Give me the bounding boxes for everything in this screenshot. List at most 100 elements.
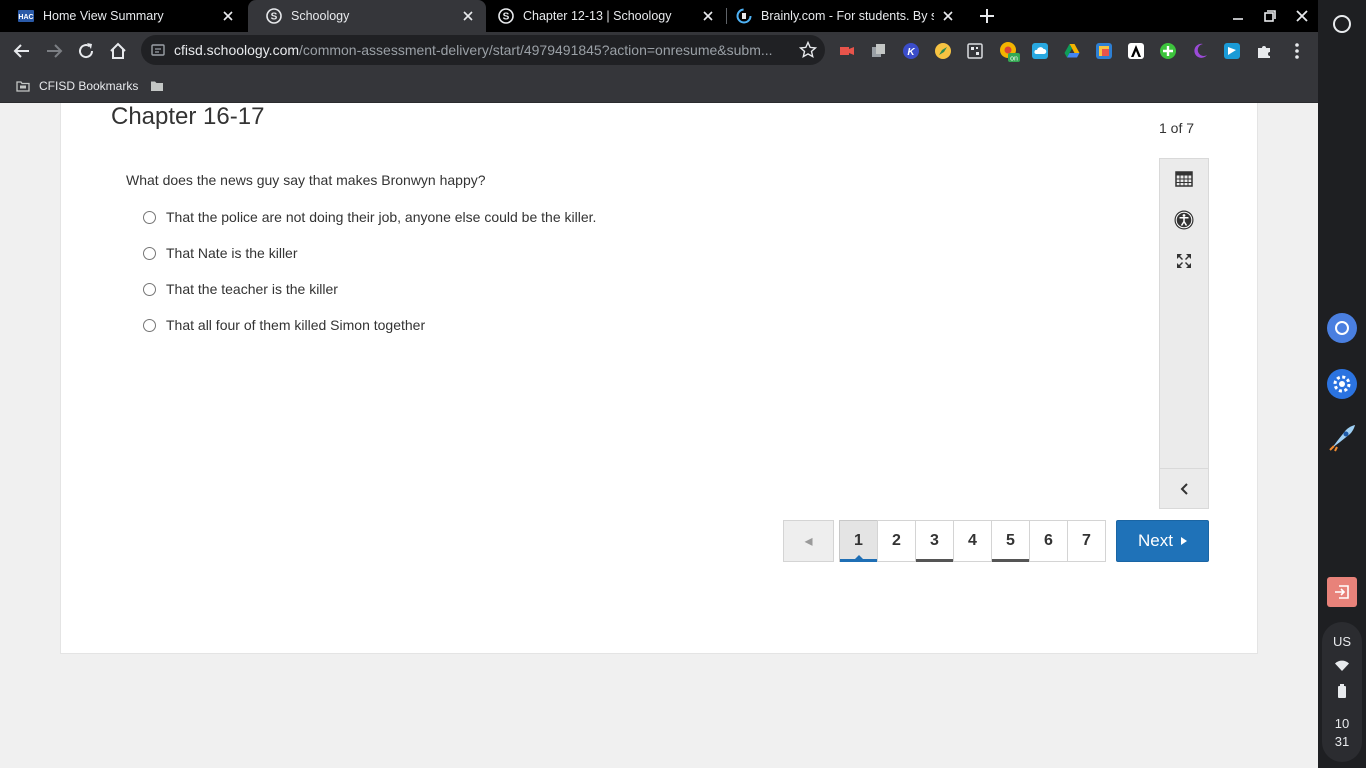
answer-choice[interactable]: That Nate is the killer [143, 245, 298, 261]
url-host: cfisd.schoology.com [174, 42, 300, 58]
calculator-tool[interactable] [1160, 159, 1208, 199]
tab-title: Schoology [291, 9, 350, 23]
keyboard-locale: US [1332, 634, 1352, 649]
close-icon[interactable] [940, 8, 956, 24]
page-button-1[interactable]: 1 [839, 520, 878, 562]
accessibility-tool[interactable] [1160, 200, 1208, 240]
bookmark-cfisd[interactable]: CFISD Bookmarks [16, 77, 138, 95]
address-bar[interactable]: cfisd.schoology.com/common-assessment-de… [141, 35, 825, 65]
new-tab-button[interactable] [977, 6, 997, 26]
clock-minute: 31 [1334, 734, 1350, 749]
page-button-4[interactable]: 4 [953, 520, 992, 562]
restore-button[interactable] [1260, 6, 1280, 26]
tab-chapter-12-13[interactable]: S Chapter 12-13 | Schoology [480, 0, 726, 32]
flag-icon[interactable] [1224, 43, 1240, 59]
puzzle-icon[interactable] [1256, 43, 1272, 59]
page-button-5[interactable]: 5 [991, 520, 1030, 562]
radio-button[interactable] [143, 318, 156, 332]
radio-button[interactable] [143, 210, 156, 224]
bookmark-folder[interactable] [150, 77, 173, 95]
tab-title: Home View Summary [43, 9, 164, 23]
answer-choice[interactable]: That the teacher is the killer [143, 281, 338, 297]
os-shelf: US 10 31 [1318, 0, 1366, 768]
home-icon [110, 42, 126, 59]
page-button-7[interactable]: 7 [1067, 520, 1106, 562]
page-number: 1 [854, 532, 863, 549]
launcher-button[interactable] [1326, 8, 1358, 40]
svg-text:K: K [907, 47, 915, 58]
minimize-button[interactable] [1228, 6, 1248, 26]
page-button-6[interactable]: 6 [1029, 520, 1068, 562]
tab-brainly[interactable]: Brainly.com - For students. By st [718, 0, 966, 32]
radio-button[interactable] [143, 282, 156, 296]
close-window-button[interactable] [1292, 6, 1312, 26]
bookmarks-bar: CFISD Bookmarks [0, 69, 1318, 103]
answer-choice[interactable]: That the police are not doing their job,… [143, 209, 596, 225]
forward-button[interactable] [43, 40, 65, 62]
page-button-3[interactable]: 3 [915, 520, 954, 562]
tab-schoology[interactable]: S Schoology [248, 0, 486, 32]
settings-app[interactable] [1326, 368, 1358, 400]
tools-panel [1159, 158, 1209, 509]
menu-button[interactable] [1286, 40, 1308, 62]
chrome-browser-icon [1327, 313, 1357, 343]
schoology-icon: S [498, 8, 514, 24]
green-plus-icon[interactable] [1160, 43, 1176, 59]
close-icon[interactable] [460, 8, 476, 24]
home-button[interactable] [107, 40, 129, 62]
exit-app[interactable] [1326, 576, 1358, 608]
hac-icon: HAC [18, 8, 34, 24]
launcher-icon [1333, 15, 1351, 33]
moon-icon[interactable] [1192, 43, 1208, 59]
previous-button[interactable]: ◂ [783, 520, 834, 562]
copy-icon[interactable] [871, 43, 887, 59]
chrome-on-icon[interactable]: on [999, 41, 1021, 63]
arrow-right-icon [47, 44, 63, 58]
google-drive-icon[interactable] [1064, 43, 1080, 59]
close-icon[interactable] [220, 8, 236, 24]
svg-text:S: S [503, 12, 510, 23]
chrome-app[interactable] [1326, 312, 1358, 344]
reload-button[interactable] [75, 40, 97, 62]
answer-choice[interactable]: That all four of them killed Simon toget… [143, 317, 425, 333]
page-button-2[interactable]: 2 [877, 520, 916, 562]
page-info-icon[interactable] [151, 43, 165, 57]
tab-title: Chapter 12-13 | Schoology [523, 9, 672, 23]
collapse-tools-button[interactable] [1160, 468, 1208, 508]
adobe-icon[interactable] [1128, 43, 1144, 59]
screencastify-icon[interactable] [839, 43, 855, 59]
accessibility-icon [1174, 210, 1194, 230]
folder-icon [151, 81, 163, 91]
answer-label: That the police are not doing their job,… [166, 209, 597, 225]
page-content: Chapter 16-17 1 of 7 What does the news … [0, 103, 1318, 768]
current-page-indicator [840, 559, 877, 562]
tab-home-view-summary[interactable]: HAC Home View Summary [0, 0, 246, 32]
tab-strip: HAC Home View Summary S Schoology S Chap… [0, 0, 1318, 32]
radio-button[interactable] [143, 246, 156, 260]
next-label: Next [1138, 531, 1173, 550]
arrow-left-icon [13, 44, 29, 58]
back-button[interactable] [11, 40, 33, 62]
visited-indicator [916, 559, 953, 562]
url-text[interactable]: cfisd.schoology.com/common-assessment-de… [174, 42, 794, 60]
answer-label: That all four of them killed Simon toget… [166, 317, 426, 333]
photo-icon[interactable] [1096, 43, 1112, 59]
close-icon[interactable] [700, 8, 716, 24]
answer-label: That the teacher is the killer [166, 281, 338, 297]
rocket-app[interactable] [1326, 422, 1358, 454]
fullscreen-tool[interactable] [1160, 241, 1208, 281]
kami-icon[interactable]: K [903, 43, 919, 59]
assessment-title: Chapter 16-17 [111, 103, 265, 130]
status-tray[interactable]: US 10 31 [1322, 622, 1362, 762]
compass-icon[interactable] [935, 43, 951, 59]
cloud-icon[interactable] [1032, 43, 1048, 59]
assessment-card: Chapter 16-17 1 of 7 What does the news … [60, 103, 1258, 654]
close-icon [1296, 10, 1308, 22]
bookmark-star-icon[interactable] [799, 41, 817, 59]
chevron-left-icon [1180, 482, 1188, 495]
qr-icon[interactable] [967, 43, 983, 59]
next-button[interactable]: Next [1116, 520, 1209, 562]
brainly-icon [736, 8, 752, 24]
play-arrow-icon [1180, 537, 1187, 545]
wifi-icon [1335, 660, 1349, 671]
